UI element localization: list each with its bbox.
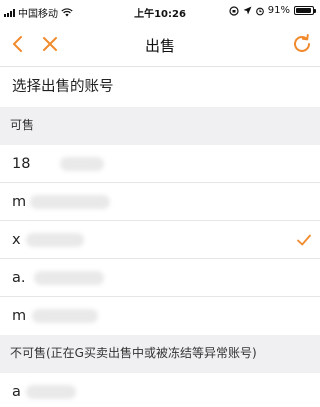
unsellable-header: 不可售(正在G买卖出售中或被冻结等异常账号)	[0, 335, 320, 373]
section-title: 选择出售的账号	[0, 67, 320, 107]
account-label: x	[12, 232, 21, 248]
unsellable-account-list: a	[0, 373, 320, 407]
account-label: 18	[12, 156, 31, 172]
battery-icon	[294, 6, 316, 15]
alarm-icon	[255, 7, 264, 15]
account-label: a	[12, 384, 21, 400]
masked-text	[26, 233, 84, 247]
sellable-account-list: 18 m x a. m	[0, 145, 320, 335]
status-right: 91%	[229, 5, 316, 16]
masked-text	[30, 195, 110, 209]
masked-text	[60, 157, 104, 171]
account-row[interactable]: 18	[0, 145, 320, 183]
account-row[interactable]: m	[0, 297, 320, 335]
sellable-header: 可售	[0, 107, 320, 145]
account-row[interactable]: m	[0, 183, 320, 221]
battery-fill	[296, 8, 311, 13]
masked-text	[26, 385, 76, 399]
account-row-selected[interactable]: x	[0, 221, 320, 259]
account-row-disabled: a	[0, 373, 320, 407]
account-label: m	[12, 194, 27, 210]
refresh-icon[interactable]	[290, 32, 314, 56]
check-icon	[297, 234, 311, 246]
close-icon[interactable]	[38, 32, 62, 56]
orientation-lock-icon	[229, 5, 239, 16]
account-label: m	[12, 308, 27, 324]
masked-text	[34, 271, 104, 285]
nav-bar: 出售	[0, 22, 320, 67]
account-label: a.	[12, 270, 26, 286]
location-icon	[243, 6, 252, 15]
account-row[interactable]: a.	[0, 259, 320, 297]
chevron-left-icon[interactable]	[6, 32, 30, 56]
masked-text	[32, 309, 98, 323]
status-bar: 中国移动 上午10:26 91%	[0, 0, 320, 22]
battery-percent: 91%	[267, 5, 290, 16]
